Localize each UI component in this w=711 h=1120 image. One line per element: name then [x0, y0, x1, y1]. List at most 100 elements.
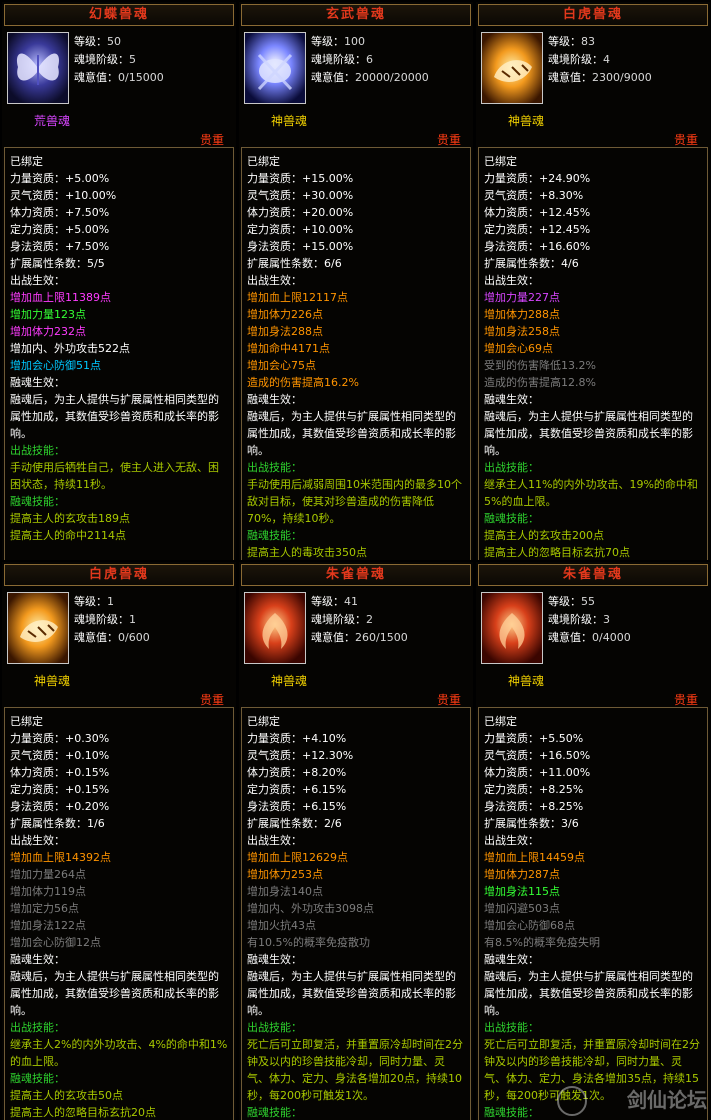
detail-line: 有10.5%的概率免疫散功 [247, 936, 370, 949]
detail-line: 增加内、外功攻击522点 [10, 342, 130, 355]
detail-line: 融魂后，为主人提供与扩展属性相同类型的属性加成，其数值受珍兽资质和成长率的影响。 [247, 410, 456, 457]
stats-block: 等级：83 魂境阶级：4 魂意值：2300/9000 [548, 33, 652, 87]
detail-line: 定力资质：+0.15% [10, 783, 110, 796]
detail-line: 融魂技能： [247, 1106, 302, 1119]
realm-label: 魂境阶级： [74, 613, 129, 626]
mind-value: 0/600 [118, 631, 150, 644]
detail-line: 增加身法288点 [247, 325, 323, 338]
mind-label: 魂意值： [311, 71, 355, 84]
detail-line: 增加会心69点 [484, 342, 553, 355]
detail-line: 定力资质：+8.25% [484, 783, 584, 796]
detail-line: 出战技能： [484, 1021, 539, 1034]
realm-row: 魂境阶级：5 [74, 51, 164, 69]
detail-line: 融魂技能： [247, 529, 302, 542]
realm-row: 魂境阶级：4 [548, 51, 652, 69]
detail-line: 增加力量123点 [10, 308, 86, 321]
mind-value: 0/15000 [118, 71, 164, 84]
realm-value: 2 [366, 613, 373, 626]
detail-line: 增加身法258点 [484, 325, 560, 338]
detail-line: 融魂生效： [10, 953, 65, 966]
detail-line: 增加会心75点 [247, 359, 316, 372]
detail-line: 增加会心防御12点 [10, 936, 101, 949]
mind-row: 魂意值：0/15000 [74, 69, 164, 87]
detail-line: 出战生效： [10, 274, 65, 287]
detail-line: 出战技能： [10, 444, 65, 457]
beast-soul-card: 朱雀兽魂 等级：41 魂境阶级：2 魂意值：260/1500 神兽魂 贵重 已绑定 力量资质：… [239, 562, 473, 1120]
detail-line: 力量资质：+15.00% [247, 172, 354, 185]
mind-value: 2300/9000 [592, 71, 652, 84]
detail-line: 提高主人的玄攻击189点 [10, 512, 130, 525]
detail-line: 出战生效： [247, 274, 302, 287]
level-value: 55 [581, 595, 595, 608]
detail-line: 已绑定 [247, 715, 280, 728]
level-row: 等级：41 [311, 593, 408, 611]
detail-line: 增加体力232点 [10, 325, 86, 338]
detail-line: 灵气资质：+12.30% [247, 749, 354, 762]
detail-line: 增加体力288点 [484, 308, 560, 321]
detail-line: 出战生效： [484, 274, 539, 287]
stats-block: 等级：100 魂境阶级：6 魂意值：20000/20000 [311, 33, 429, 87]
detail-line: 已绑定 [10, 155, 43, 168]
detail-line: 出战生效： [10, 834, 65, 847]
detail-line: 身法资质：+6.15% [247, 800, 347, 813]
realm-label: 魂境阶级： [311, 613, 366, 626]
detail-line: 身法资质：+16.60% [484, 240, 591, 253]
detail-box: 已绑定 力量资质：+5.00% 灵气资质：+10.00% 体力资质：+7.50% 定力资… [4, 147, 234, 560]
detail-line: 死亡后可立即复活，并重置原冷却时间在2分钟及以内的珍兽技能冷却，同时力量、灵气、… [484, 1038, 700, 1102]
detail-line: 造成的伤害提高12.8% [484, 376, 596, 389]
level-value: 83 [581, 35, 595, 48]
level-row: 等级：1 [74, 593, 150, 611]
detail-line: 体力资质：+11.00% [484, 766, 591, 779]
detail-box: 已绑定 力量资质：+24.90% 灵气资质：+8.30% 体力资质：+12.45% 定力… [478, 147, 708, 560]
detail-line: 手动使用后减弱周围10米范围内的最多10个敌对目标，使其对珍兽造成的伤害降低70… [247, 478, 462, 525]
detail-line: 增加体力253点 [247, 868, 323, 881]
detail-line: 受到的伤害降低13.2% [484, 359, 596, 372]
realm-label: 魂境阶级： [74, 53, 129, 66]
detail-line: 增加体力119点 [10, 885, 86, 898]
detail-line: 已绑定 [484, 715, 517, 728]
quality-label: 贵重 [436, 133, 461, 147]
detail-line: 增加会心防御68点 [484, 919, 575, 932]
stats-block: 等级：50 魂境阶级：5 魂意值：0/15000 [74, 33, 164, 87]
soul-type: 神兽魂 [508, 674, 545, 688]
realm-row: 魂境阶级：2 [311, 611, 408, 629]
detail-line: 提高主人的玄攻击200点 [484, 529, 604, 542]
quality-label: 贵重 [673, 133, 698, 147]
mind-value: 0/4000 [592, 631, 631, 644]
tiger-icon [481, 32, 543, 104]
detail-line: 手动使用后牺牲自己，使主人进入无敌、困困状态，持续11秒。 [10, 461, 219, 491]
detail-line: 增加血上限12629点 [247, 851, 348, 864]
detail-line: 造成的伤害提高16.2% [247, 376, 359, 389]
quality-label: 贵重 [436, 693, 461, 707]
stats-block: 等级：55 魂境阶级：3 魂意值：0/4000 [548, 593, 631, 647]
card-title: 白虎兽魂 [478, 4, 708, 26]
phoenix-icon [244, 592, 306, 664]
detail-line: 增加火抗43点 [247, 919, 316, 932]
level-label: 等级： [74, 35, 107, 48]
mind-label: 魂意值： [311, 631, 355, 644]
detail-box: 已绑定 力量资质：+5.50% 灵气资质：+16.50% 体力资质：+11.00% 定力… [478, 707, 708, 1120]
soul-type: 神兽魂 [271, 674, 308, 688]
detail-line: 增加血上限14459点 [484, 851, 585, 864]
realm-value: 6 [366, 53, 373, 66]
detail-line: 融魂生效： [247, 953, 302, 966]
detail-line: 出战技能： [10, 1021, 65, 1034]
detail-line: 力量资质：+5.50% [484, 732, 584, 745]
level-row: 等级：50 [74, 33, 164, 51]
detail-line: 增加体力287点 [484, 868, 560, 881]
detail-box: 已绑定 力量资质：+15.00% 灵气资质：+30.00% 体力资质：+20.00% 定… [241, 147, 471, 560]
detail-line: 灵气资质：+8.30% [484, 189, 584, 202]
detail-line: 提高主人的毒攻击350点 [247, 546, 367, 559]
detail-line: 已绑定 [10, 715, 43, 728]
quality-label: 贵重 [673, 693, 698, 707]
soul-type: 神兽魂 [271, 114, 308, 128]
level-row: 等级：83 [548, 33, 652, 51]
level-label: 等级： [311, 35, 344, 48]
detail-line: 融魂后，为主人提供与扩展属性相同类型的属性加成，其数值受珍兽资质和成长率的影响。 [10, 393, 219, 440]
detail-line: 增加定力56点 [10, 902, 79, 915]
phoenix-icon [481, 592, 543, 664]
mind-row: 魂意值：0/4000 [548, 629, 631, 647]
detail-line: 增加身法115点 [484, 885, 560, 898]
detail-line: 身法资质：+15.00% [247, 240, 354, 253]
detail-line: 出战技能： [247, 461, 302, 474]
